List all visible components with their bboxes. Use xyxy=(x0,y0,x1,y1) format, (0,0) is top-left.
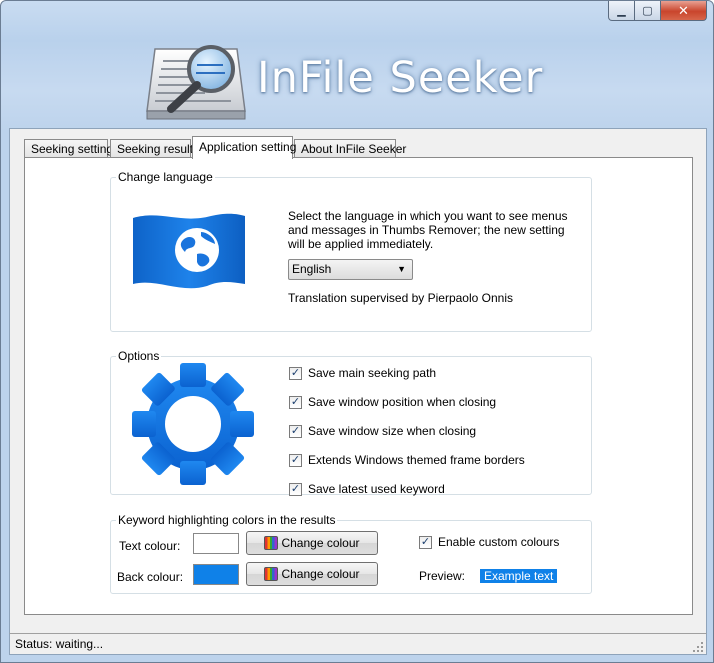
app-logo-icon xyxy=(146,45,246,120)
status-text: Status: waiting... xyxy=(15,637,104,651)
gear-icon xyxy=(132,363,254,485)
option-extend-frame-borders[interactable]: ✓ Extends Windows themed frame borders xyxy=(289,453,525,467)
maximize-button[interactable]: ▢ xyxy=(635,1,661,21)
language-select-value: English xyxy=(292,262,332,276)
options-list: ✓ Save main seeking path ✓ Save window p… xyxy=(289,366,525,496)
translation-note: Translation supervised by Pierpaolo Onni… xyxy=(288,291,514,305)
language-description: Select the language in which you want to… xyxy=(288,209,568,251)
tab-about[interactable]: About InFile Seeker xyxy=(294,139,406,158)
option-label: Save window size when closing xyxy=(308,424,477,438)
checkbox-extend-frame-borders[interactable]: ✓ xyxy=(289,453,302,467)
language-legend: Change language xyxy=(118,170,213,184)
palette-icon xyxy=(264,536,279,550)
tab-seeking-setting[interactable]: Seeking setting xyxy=(24,139,113,158)
enable-custom-colours[interactable]: ✓ Enable custom colours xyxy=(419,535,559,549)
close-button[interactable]: ✕ xyxy=(661,1,707,21)
option-save-window-position[interactable]: ✓ Save window position when closing xyxy=(289,395,525,409)
caption-buttons: ▁ ▢ ✕ xyxy=(608,1,707,21)
change-text-colour-button[interactable]: Change colour xyxy=(246,531,378,555)
minimize-button[interactable]: ▁ xyxy=(608,1,635,21)
text-colour-swatch xyxy=(193,533,239,554)
chevron-down-icon: ▼ xyxy=(397,264,406,274)
checkbox-save-window-size[interactable]: ✓ xyxy=(289,424,302,438)
preview-label: Preview: xyxy=(419,569,466,583)
checkbox-save-latest-keyword[interactable]: ✓ xyxy=(289,482,302,496)
enable-custom-colours-label: Enable custom colours xyxy=(438,535,560,549)
preview-example-text: Example text xyxy=(480,569,558,583)
main-window: ▁ ▢ ✕ InFile Seeker Seeking setting Seek… xyxy=(0,0,714,663)
back-colour-label: Back colour: xyxy=(117,570,184,584)
checkbox-enable-custom-colours[interactable]: ✓ xyxy=(419,535,432,549)
change-back-colour-button[interactable]: Change colour xyxy=(246,562,378,586)
resize-grip-icon[interactable] xyxy=(693,642,703,652)
change-colour-label: Change colour xyxy=(281,536,360,550)
text-colour-label: Text colour: xyxy=(119,539,181,553)
option-save-latest-keyword[interactable]: ✓ Save latest used keyword xyxy=(289,482,525,496)
option-label: Save main seeking path xyxy=(308,366,437,380)
application-setting-panel: Change language Select the language in w… xyxy=(24,157,693,615)
option-label: Extends Windows themed frame borders xyxy=(308,453,525,467)
highlight-colors-legend: Keyword highlighting colors in the resul… xyxy=(118,513,336,527)
option-label: Save window position when closing xyxy=(308,395,497,409)
option-save-seeking-path[interactable]: ✓ Save main seeking path xyxy=(289,366,525,380)
client-area: Seeking setting Seeking results Applicat… xyxy=(9,128,707,655)
back-colour-swatch xyxy=(193,564,239,585)
option-label: Save latest used keyword xyxy=(308,482,445,496)
tab-seeking-results[interactable]: Seeking results xyxy=(110,139,199,158)
change-colour-label: Change colour xyxy=(281,567,360,581)
tab-application-setting[interactable]: Application setting xyxy=(192,136,296,159)
checkbox-save-window-position[interactable]: ✓ xyxy=(289,395,302,409)
palette-icon xyxy=(264,567,279,581)
option-save-window-size[interactable]: ✓ Save window size when closing xyxy=(289,424,525,438)
language-select[interactable]: English ▼ xyxy=(288,259,413,280)
status-bar: Status: waiting... xyxy=(9,633,707,655)
globe-flag-icon xyxy=(133,213,245,289)
checkbox-save-seeking-path[interactable]: ✓ xyxy=(289,366,302,380)
app-title: InFile Seeker xyxy=(257,53,544,103)
